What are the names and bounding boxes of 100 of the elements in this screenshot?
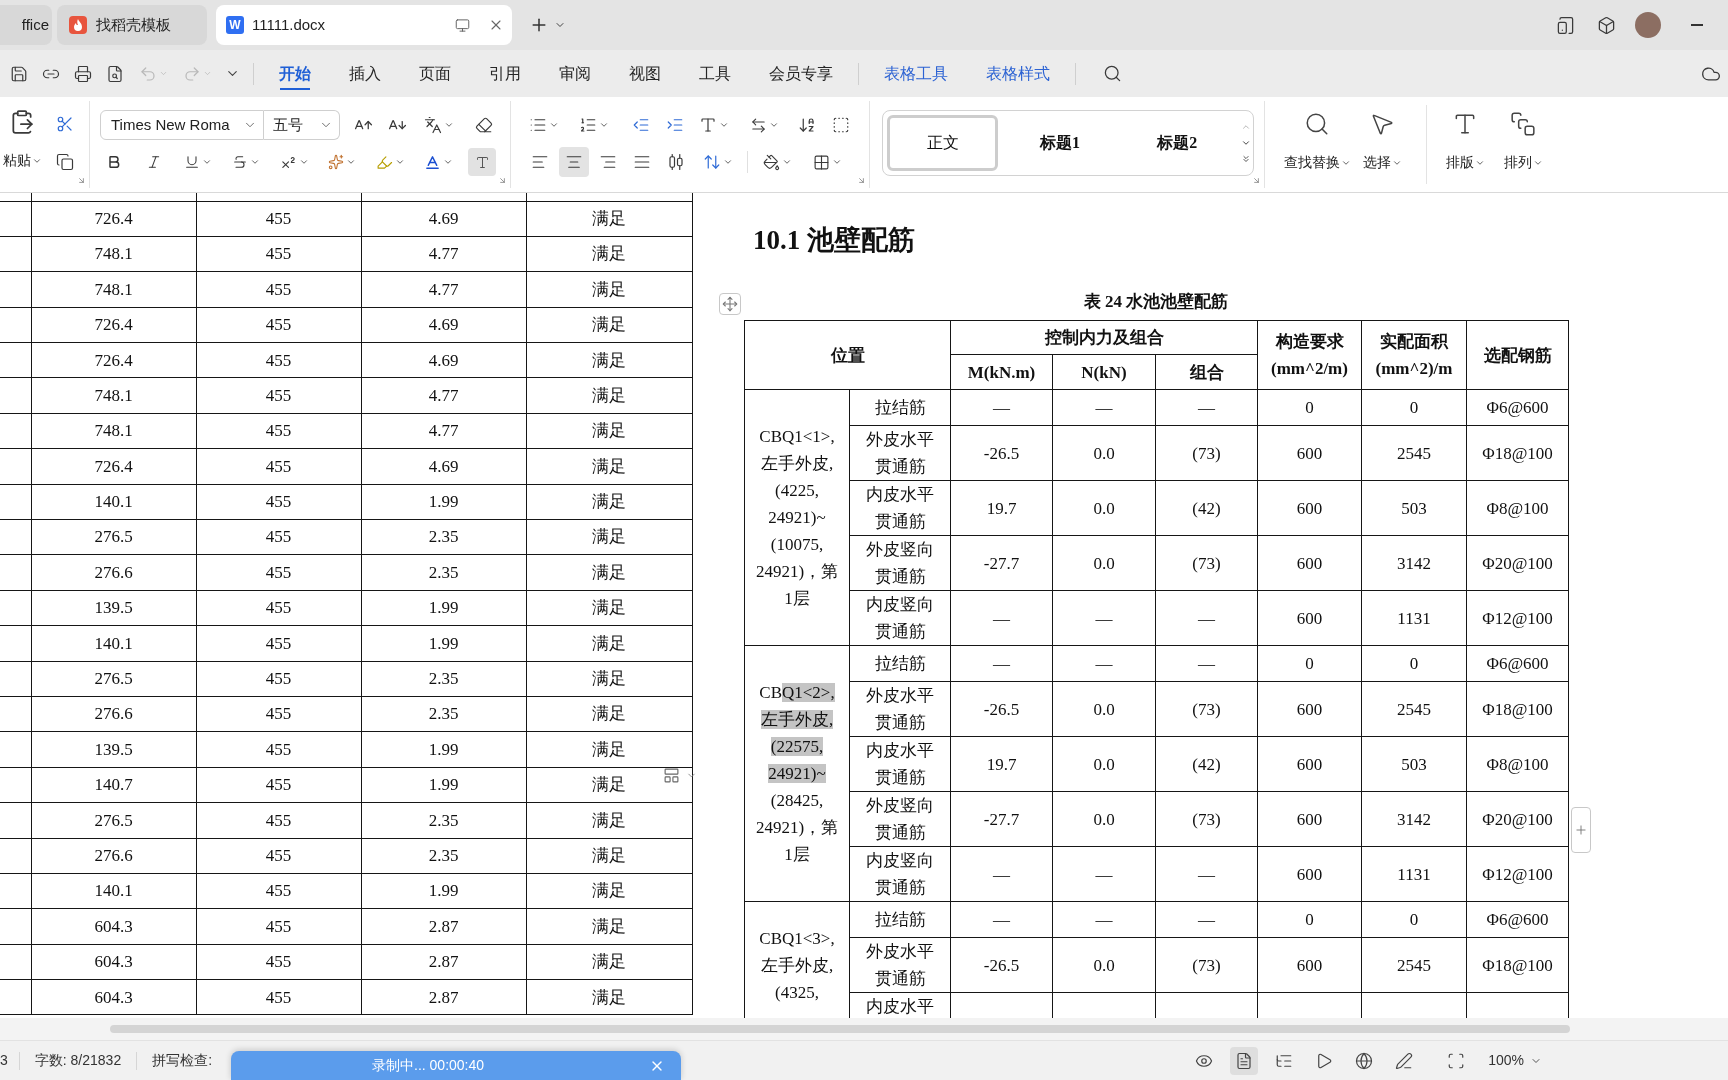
caret-icon (202, 157, 212, 167)
table-cell: (73) (1155, 681, 1258, 737)
table-cell: 748.1 (31, 413, 196, 449)
dialog-launcher-button[interactable] (497, 175, 507, 185)
table-cell: Φ6@600 (1466, 645, 1569, 682)
word-count[interactable]: 字数: 8/21832 (34, 1050, 122, 1071)
tablet-icon (1555, 15, 1575, 35)
numbered-list-icon (579, 116, 597, 134)
avatar[interactable] (1635, 12, 1661, 38)
dialog-launcher-button[interactable] (856, 175, 866, 185)
eraser-icon (475, 116, 493, 134)
table-cell: — (950, 645, 1053, 682)
table-cell: Φ6@600 (1466, 901, 1569, 938)
dialog-launcher-button[interactable] (1251, 175, 1261, 185)
table-cell: -26.5 (950, 681, 1053, 737)
fit-icon (1447, 1051, 1466, 1070)
table-cell: 748.1 (31, 236, 196, 272)
document-tab[interactable]: 找稻壳模板 (57, 5, 207, 45)
table-cell: 外皮水平贯通筋 (849, 425, 951, 481)
column-header: 位置 (744, 320, 951, 390)
document-tab[interactable]: W 11111.docx (216, 5, 512, 45)
table-cell: 455 (196, 448, 361, 485)
table-cell: 满足 (526, 767, 692, 803)
style-option[interactable]: 标题2 (1121, 115, 1233, 171)
table-cell: 满足 (526, 979, 692, 1015)
dialog-launcher-button[interactable] (76, 175, 86, 185)
ribbon-tool-button[interactable]: 排版 (1439, 111, 1491, 173)
table-cell: — (950, 389, 1053, 426)
style-option[interactable]: 正文 (887, 115, 999, 171)
arrow-icon (76, 175, 86, 185)
zoom-level[interactable]: 100% (1488, 1050, 1542, 1071)
document-tab[interactable]: ffice (0, 5, 52, 45)
table-cell: 满足 (526, 802, 692, 839)
location-cell: CBQ1<2>, 左手外皮, (22575, 24921)~ (28425, 24921)，第1层 (744, 645, 850, 902)
menu-tab[interactable]: 引用 (470, 50, 540, 97)
table-cell: 455 (196, 838, 361, 874)
table-move-handle[interactable] (719, 293, 741, 315)
caret-icon (346, 157, 356, 167)
preview-icon (106, 64, 124, 83)
table-cell: 455 (196, 484, 361, 520)
font-size-dropdown[interactable]: 五号 (264, 110, 340, 140)
table-cell: Φ20@100 (1466, 791, 1569, 847)
menu-tab[interactable]: 开始 (260, 50, 330, 97)
table-cell: 455 (196, 590, 361, 626)
spell-check-status[interactable]: 拼写检查: (152, 1050, 213, 1071)
paste-button[interactable]: 粘贴 (0, 109, 44, 171)
menu-tab[interactable]: 插入 (330, 50, 400, 97)
table-cell: Φ18@100 (1466, 425, 1569, 481)
table-cell: 满足 (526, 271, 692, 308)
monitor-icon (455, 17, 470, 33)
column-header: M(kN.m) (950, 354, 1053, 390)
table-cell: 0 (1361, 901, 1467, 938)
table-cell: 0 (1257, 645, 1362, 682)
table-cell: 拉结筋 (849, 389, 951, 426)
table-cell: 140.1 (31, 625, 196, 662)
horizontal-scrollbar[interactable] (110, 1025, 1570, 1033)
table-cell: 19.7 (950, 480, 1053, 536)
table-cell: 内皮竖向贯通筋 (849, 846, 951, 902)
print-icon (74, 64, 92, 83)
table-cell: (73) (1155, 791, 1258, 847)
table-cell: 19.7 (950, 736, 1053, 792)
stacked-squares-icon (1510, 111, 1536, 137)
menu-tab[interactable]: 页面 (400, 50, 470, 97)
menu-tab[interactable]: 审阅 (540, 50, 610, 97)
alignment-button[interactable] (559, 147, 589, 177)
table-cell: 2.35 (361, 802, 526, 839)
menu-tab[interactable]: 表格样式 (967, 50, 1069, 97)
font-name-dropdown[interactable]: Times New Roma (100, 110, 264, 140)
table-cell: 2.35 (361, 838, 526, 874)
play-icon (1315, 1051, 1334, 1070)
table-cell: Φ8@100 (1466, 480, 1569, 536)
table-cell: 455 (196, 696, 361, 732)
menu-tab[interactable]: 工具 (680, 50, 750, 97)
table-cell: 2.87 (361, 908, 526, 945)
table-cell: 455 (196, 979, 361, 1015)
table-cell: 4.69 (361, 307, 526, 343)
save-icon (10, 64, 28, 83)
caret-icon (442, 157, 453, 167)
table-cell: 455 (196, 625, 361, 662)
table-cell: 503 (1361, 736, 1467, 792)
menu-tab[interactable]: 视图 (610, 50, 680, 97)
table-cell: Φ6@600 (1466, 389, 1569, 426)
table-cell: 604.3 (31, 979, 196, 1015)
caret-icon (781, 157, 792, 167)
menu-tab[interactable]: 会员专享 (750, 50, 852, 97)
table-cell: — (1052, 901, 1156, 938)
table-cell: 满足 (526, 873, 692, 909)
table-cell: 0.0 (1052, 681, 1156, 737)
char-shading-button[interactable] (468, 148, 496, 176)
style-option[interactable]: 标题1 (1004, 115, 1116, 171)
menu-tab[interactable]: 表格工具 (865, 50, 967, 97)
ribbon-tool-button[interactable]: 排列 (1497, 111, 1549, 173)
table-cell: 满足 (526, 944, 692, 980)
table-cell: 276.5 (31, 802, 196, 839)
table-cell: 2.35 (361, 661, 526, 697)
table-cell: — (950, 901, 1053, 938)
dashed-square-icon (832, 116, 850, 134)
swap-icon (749, 116, 767, 134)
scissors-icon (56, 115, 74, 133)
view-mode-button[interactable] (1230, 1046, 1259, 1075)
